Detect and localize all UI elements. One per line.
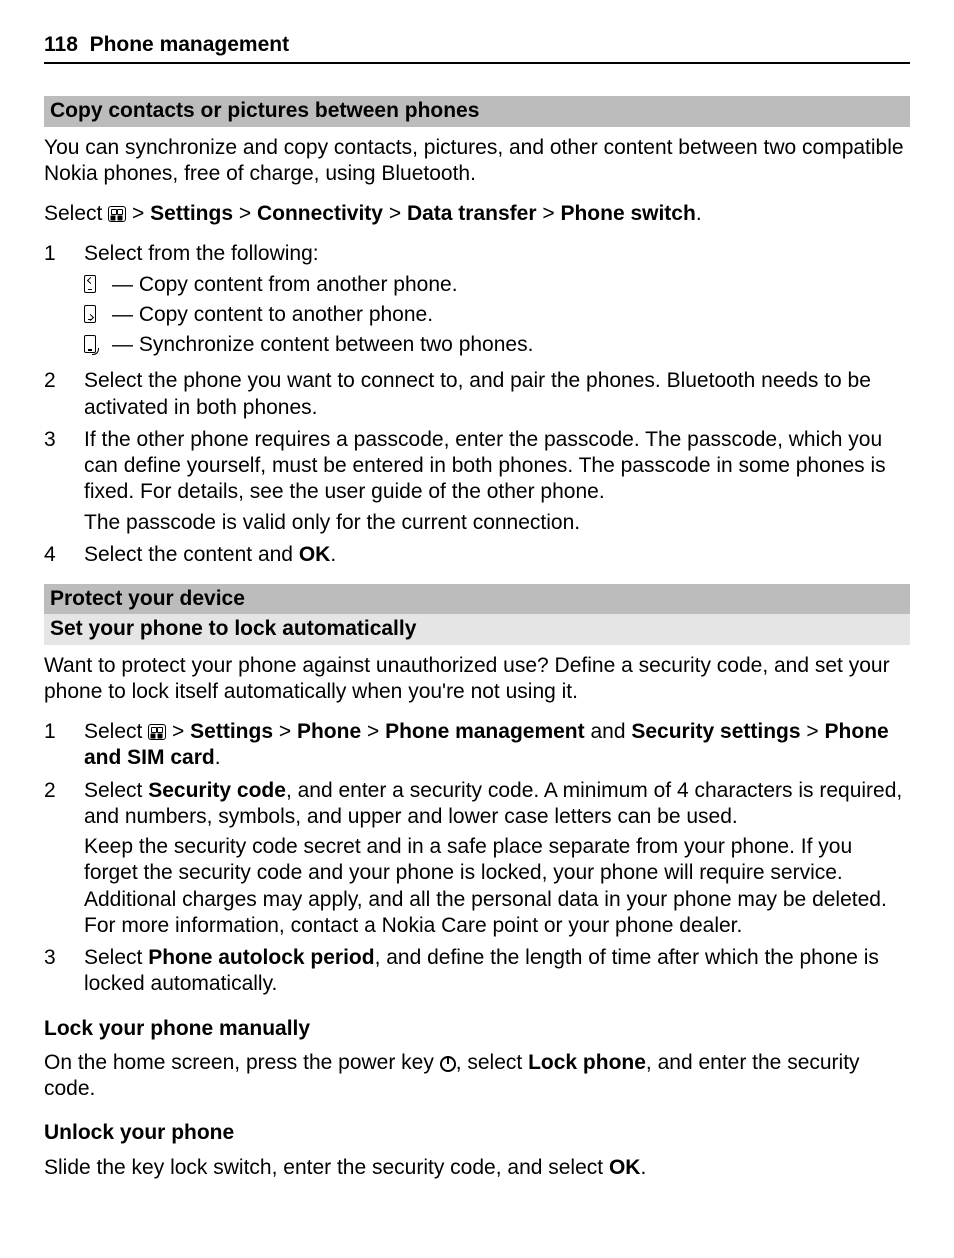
step-4: 4 Select the content and OK. <box>44 542 910 568</box>
steps-copy-contacts: 1 Select from the following: — Copy cont… <box>44 241 910 568</box>
phone-sync-icon <box>84 335 96 353</box>
section-bar-copy-contacts: Copy contacts or pictures between phones <box>44 96 910 126</box>
text-unlock: Slide the key lock switch, enter the sec… <box>44 1155 910 1181</box>
step-2: 2 Select the phone you want to connect t… <box>44 368 910 421</box>
phone-from-icon <box>84 275 96 293</box>
menu-icon <box>148 724 166 740</box>
heading-unlock: Unlock your phone <box>44 1120 910 1146</box>
phone-to-icon <box>84 305 96 323</box>
heading-lock-manually: Lock your phone manually <box>44 1016 910 1042</box>
autolock-step-2: 2 Select Security code, and enter a secu… <box>44 778 910 940</box>
step-1-text: Select from the following: <box>84 241 910 267</box>
nav-path-phone-switch: Select > Settings > Connectivity > Data … <box>44 201 910 227</box>
steps-autolock: 1 Select > Settings > Phone > Phone mana… <box>44 719 910 998</box>
power-icon <box>440 1056 456 1072</box>
intro-copy-contacts: You can synchronize and copy contacts, p… <box>44 135 910 188</box>
subsection-bar-autolock: Set your phone to lock automatically <box>44 614 910 644</box>
step-3: 3 If the other phone requires a passcode… <box>44 427 910 536</box>
option-copy-to: — Copy content to another phone. <box>84 302 910 328</box>
menu-icon <box>108 206 126 222</box>
option-copy-from: — Copy content from another phone. <box>84 272 910 298</box>
section-title: Phone management <box>90 33 290 56</box>
step-1: 1 Select from the following: — Copy cont… <box>44 241 910 362</box>
text-lock-manually: On the home screen, press the power key … <box>44 1050 910 1103</box>
option-synchronize: — Synchronize content between two phones… <box>84 332 910 358</box>
page-header: 118 Phone management <box>44 32 910 64</box>
section-bar-protect: Protect your device <box>44 584 910 614</box>
autolock-step-1: 1 Select > Settings > Phone > Phone mana… <box>44 719 910 772</box>
page-number: 118 <box>44 33 78 56</box>
autolock-step-3: 3 Select Phone autolock period, and defi… <box>44 945 910 998</box>
intro-protect: Want to protect your phone against unaut… <box>44 653 910 706</box>
